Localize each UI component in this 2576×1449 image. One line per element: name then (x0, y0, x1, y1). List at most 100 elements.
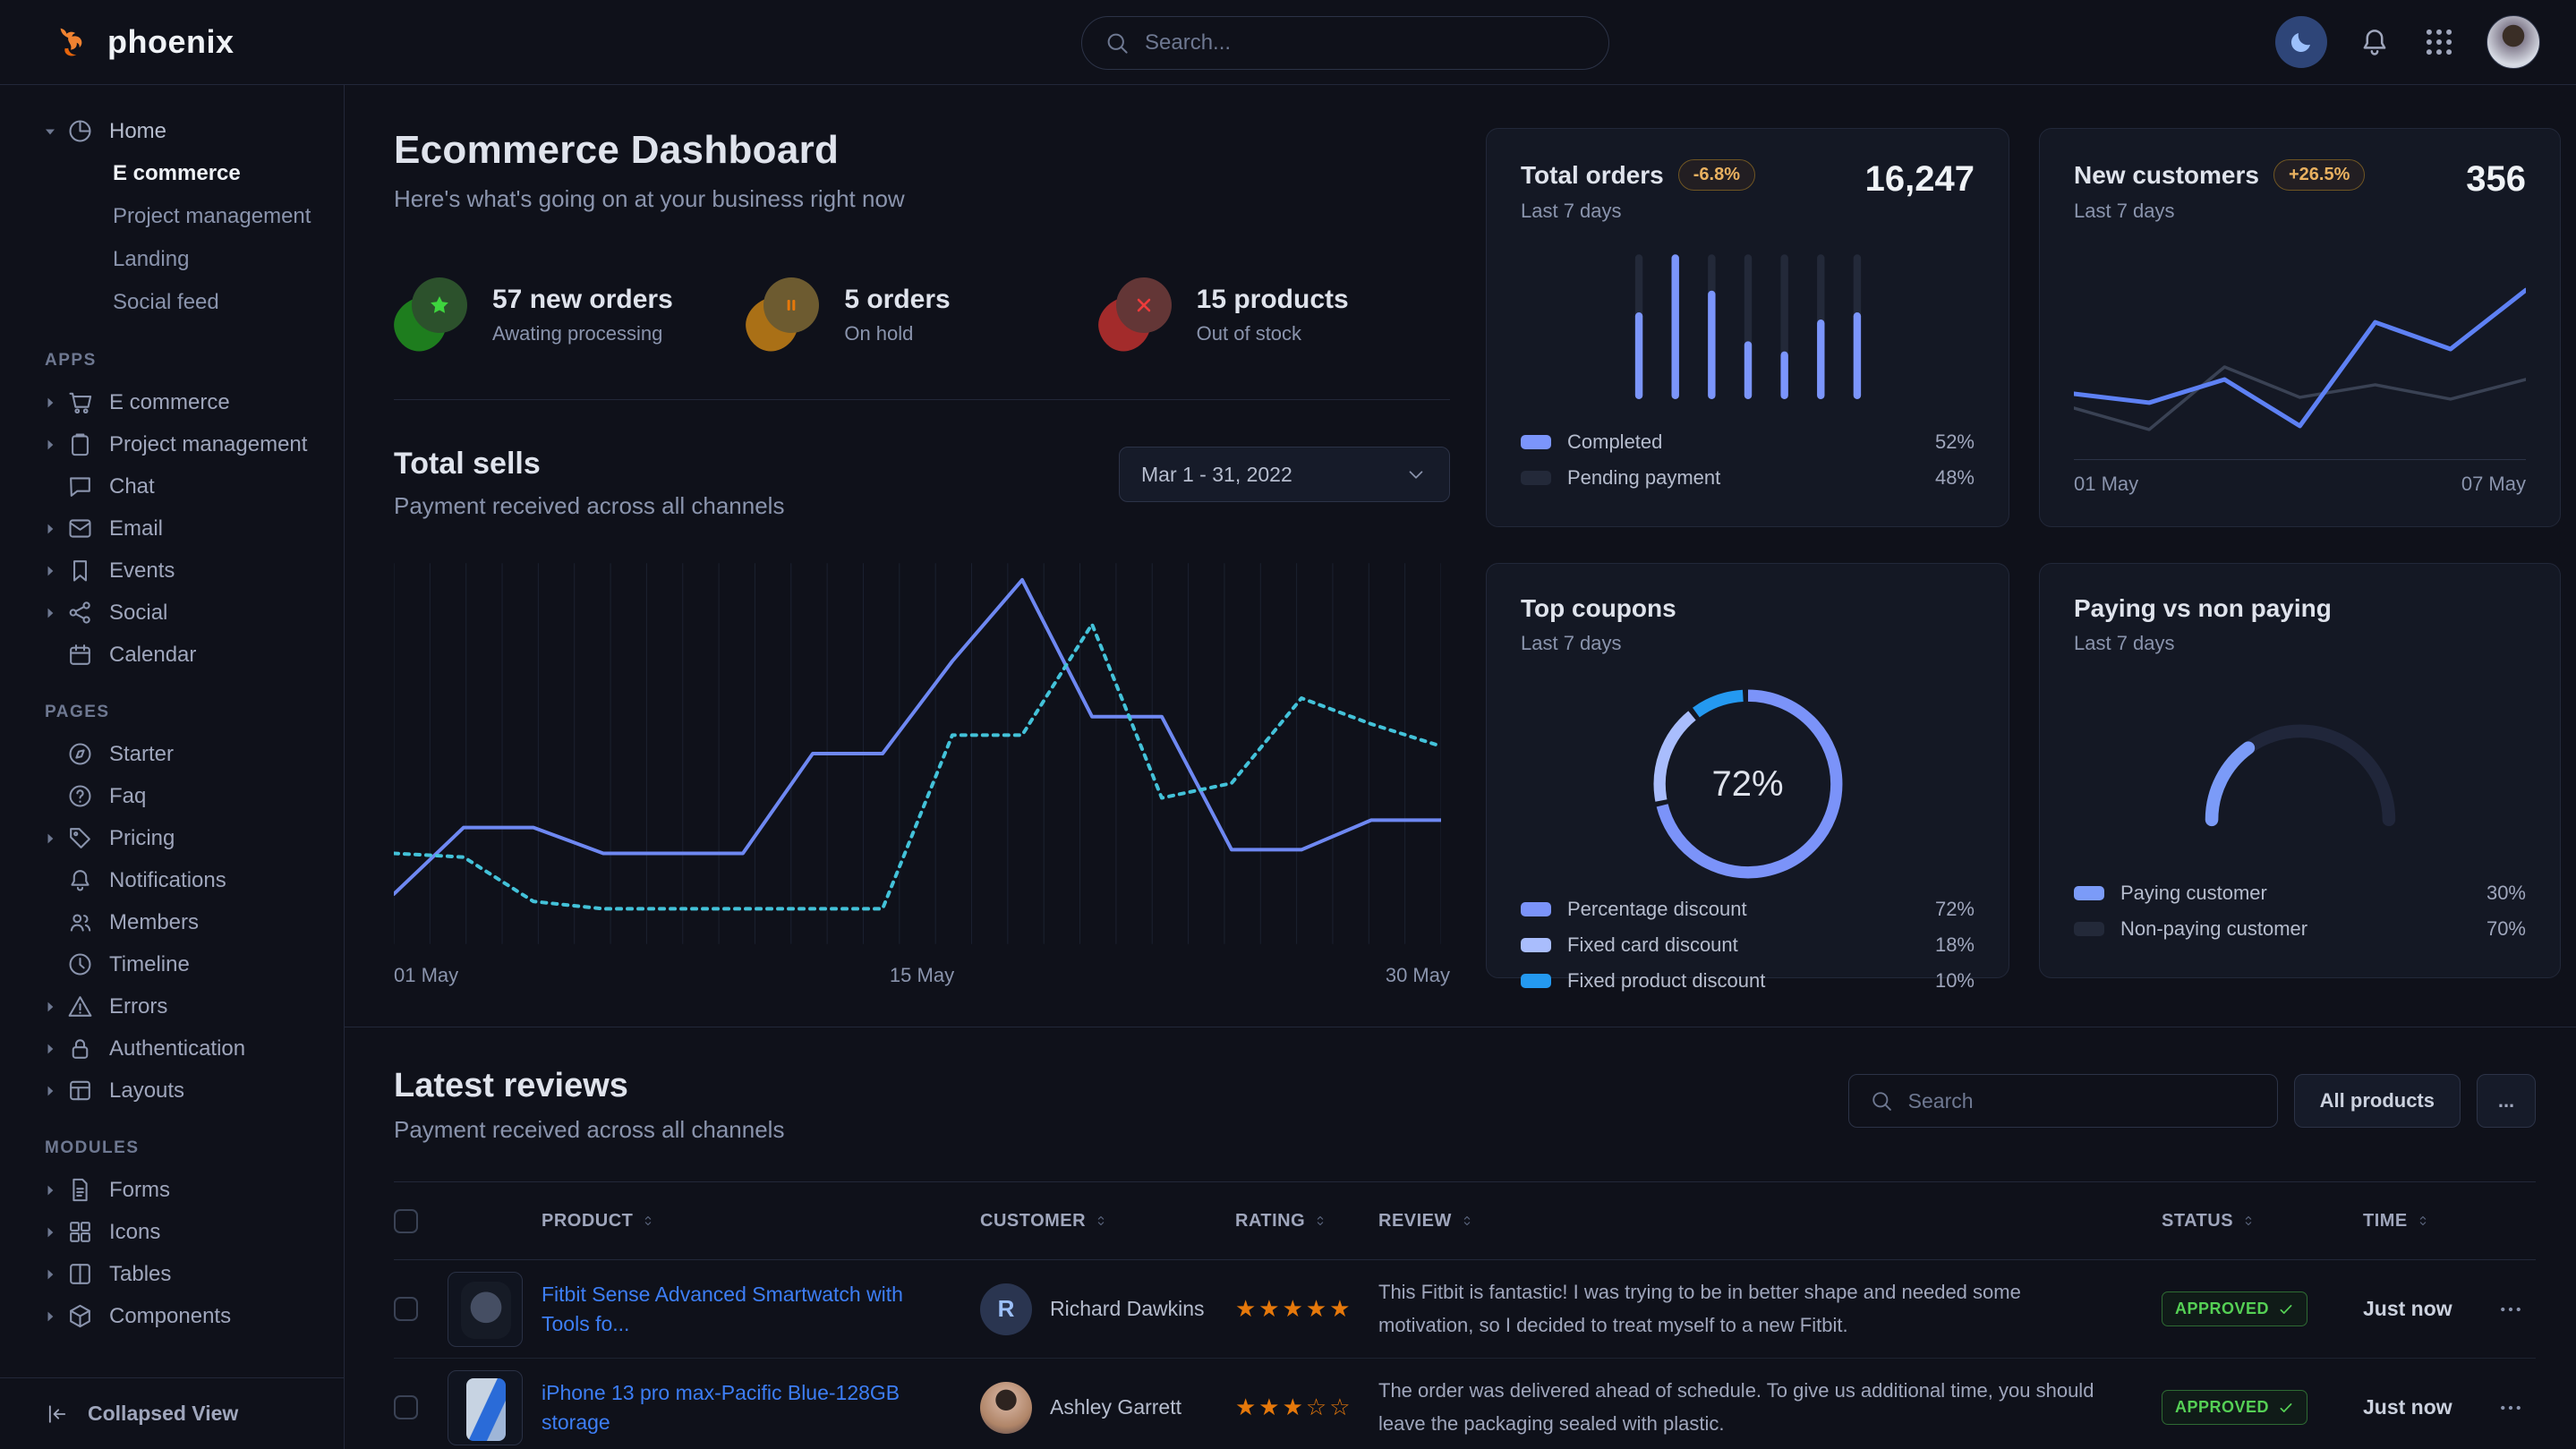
phoenix-logo-icon (52, 21, 93, 63)
caret-right-icon[interactable] (41, 436, 59, 454)
sidebar-subitem-e-commerce[interactable]: E commerce (0, 152, 344, 195)
user-avatar[interactable] (2486, 15, 2540, 69)
total-sells-subtitle: Payment received across all channels (394, 492, 784, 520)
clipboard-icon (66, 430, 94, 458)
caret-down-icon[interactable] (41, 123, 59, 141)
date-range-value: Mar 1 - 31, 2022 (1141, 463, 1292, 487)
select-all-checkbox[interactable] (394, 1209, 418, 1233)
new-customers-card: New customers +26.5% Last 7 days 356 01 … (2039, 128, 2561, 527)
total-orders-period: Last 7 days (1521, 200, 1755, 223)
sort-icon (2240, 1213, 2256, 1229)
caret-right-icon[interactable] (41, 1223, 59, 1241)
sidebar-item-email[interactable]: Email (0, 507, 344, 550)
sidebar-item-layouts[interactable]: Layouts (0, 1070, 344, 1112)
sidebar-item-e-commerce[interactable]: E commerce (0, 381, 344, 423)
caret-right-icon[interactable] (41, 520, 59, 538)
reviews-search-input[interactable] (1908, 1089, 2257, 1113)
stat-value: 57 new orders (492, 285, 673, 315)
sidebar-item-components[interactable]: Components (0, 1295, 344, 1337)
brand[interactable]: phoenix (52, 21, 235, 63)
sidebar-item-social[interactable]: Social (0, 592, 344, 634)
caret-right-icon[interactable] (41, 1181, 59, 1199)
row-actions-dots-icon[interactable] (2497, 1296, 2524, 1323)
all-products-button[interactable]: All products (2294, 1074, 2461, 1128)
row-actions-dots-icon[interactable] (2497, 1394, 2524, 1421)
sidebar-item-pricing[interactable]: Pricing (0, 817, 344, 859)
caret-right-icon[interactable] (41, 394, 59, 412)
review-text: This Fitbit is fantastic! I was trying t… (1378, 1276, 2162, 1342)
sidebar-subitem-project-management[interactable]: Project management (0, 195, 344, 238)
sidebar-item-forms[interactable]: Forms (0, 1169, 344, 1211)
caret-right-icon[interactable] (41, 830, 59, 848)
stat-icon-blob (1098, 277, 1173, 353)
caret-right-icon[interactable] (41, 604, 59, 622)
page-title: Ecommerce Dashboard (394, 128, 1450, 173)
apps-grid-icon[interactable] (2422, 25, 2456, 59)
date-range-select[interactable]: Mar 1 - 31, 2022 (1119, 447, 1450, 502)
caret-right-icon[interactable] (41, 998, 59, 1016)
sidebar-item-tables[interactable]: Tables (0, 1253, 344, 1295)
legend-value: 48% (1935, 466, 1975, 490)
sidebar-item-errors[interactable]: Errors (0, 985, 344, 1027)
sidebar-item-project-management[interactable]: Project management (0, 423, 344, 465)
sidebar-item-label: E commerce (109, 390, 230, 415)
new-customers-period: Last 7 days (2074, 200, 2365, 223)
product-thumbnail[interactable] (448, 1370, 523, 1445)
column-header-time[interactable]: TIME (2363, 1211, 2497, 1232)
tag-icon (66, 824, 94, 852)
sort-icon (640, 1213, 656, 1229)
collapsed-view-toggle[interactable]: Collapsed View (0, 1377, 344, 1449)
reviews-more-button[interactable]: ... (2477, 1074, 2536, 1128)
stat-value: 5 orders (844, 285, 950, 315)
global-search[interactable] (1081, 16, 1609, 70)
sort-icon (1093, 1213, 1109, 1229)
sidebar-subitem-landing[interactable]: Landing (0, 238, 344, 281)
sidebar-item-notifications[interactable]: Notifications (0, 859, 344, 901)
stat-icon-blob (394, 277, 469, 353)
column-header-status[interactable]: STATUS (2162, 1211, 2363, 1232)
columns-icon (66, 1260, 94, 1288)
column-header-review[interactable]: REVIEW (1378, 1211, 2162, 1232)
caret-right-icon[interactable] (41, 1308, 59, 1325)
sidebar-item-faq[interactable]: Faq (0, 775, 344, 817)
product-link[interactable]: Fitbit Sense Advanced Smartwatch with To… (542, 1280, 980, 1337)
sidebar-subitem-social-feed[interactable]: Social feed (0, 281, 344, 324)
paying-title: Paying vs non paying (2074, 594, 2526, 623)
check-icon (2278, 1400, 2294, 1416)
sidebar-item-members[interactable]: Members (0, 901, 344, 943)
column-header-rating[interactable]: RATING (1235, 1211, 1378, 1232)
sidebar-section-heading: PAGES (0, 676, 344, 733)
sidebar-item-icons[interactable]: Icons (0, 1211, 344, 1253)
global-search-input[interactable] (1145, 30, 1587, 55)
sidebar-item-label: Errors (109, 994, 167, 1019)
sidebar-item-home[interactable]: Home (0, 110, 344, 152)
theme-toggle-button[interactable] (2275, 16, 2327, 68)
customer-name: Richard Dawkins (1050, 1297, 1205, 1321)
notifications-bell-icon[interactable] (2358, 25, 2392, 59)
caret-right-icon[interactable] (41, 1040, 59, 1058)
sidebar-item-label: Calendar (109, 643, 196, 668)
column-header-customer[interactable]: CUSTOMER (980, 1211, 1235, 1232)
sidebar-item-label: Email (109, 516, 163, 541)
sidebar-item-timeline[interactable]: Timeline (0, 943, 344, 985)
product-link[interactable]: iPhone 13 pro max-Pacific Blue-128GB sto… (542, 1378, 980, 1436)
sidebar-item-events[interactable]: Events (0, 550, 344, 592)
column-header-product[interactable]: PRODUCT (542, 1211, 980, 1232)
sidebar-item-starter[interactable]: Starter (0, 733, 344, 775)
product-thumbnail[interactable] (448, 1272, 523, 1347)
sidebar-item-chat[interactable]: Chat (0, 465, 344, 507)
row-checkbox[interactable] (394, 1297, 418, 1321)
caret-right-icon[interactable] (41, 1266, 59, 1283)
caret-right-icon[interactable] (41, 1082, 59, 1100)
legend-label: Fixed product discount (1567, 969, 1765, 993)
legend-value: 70% (2486, 917, 2526, 941)
sidebar-item-label: Pricing (109, 826, 175, 851)
new-customers-badge: +26.5% (2273, 159, 2365, 191)
row-checkbox[interactable] (394, 1395, 418, 1419)
status-badge: APPROVED (2162, 1291, 2307, 1326)
reviews-search[interactable] (1848, 1074, 2278, 1128)
sidebar-item-calendar[interactable]: Calendar (0, 634, 344, 676)
caret-right-icon[interactable] (41, 562, 59, 580)
total-sells-line-chart (394, 558, 1441, 950)
sidebar-item-authentication[interactable]: Authentication (0, 1027, 344, 1070)
